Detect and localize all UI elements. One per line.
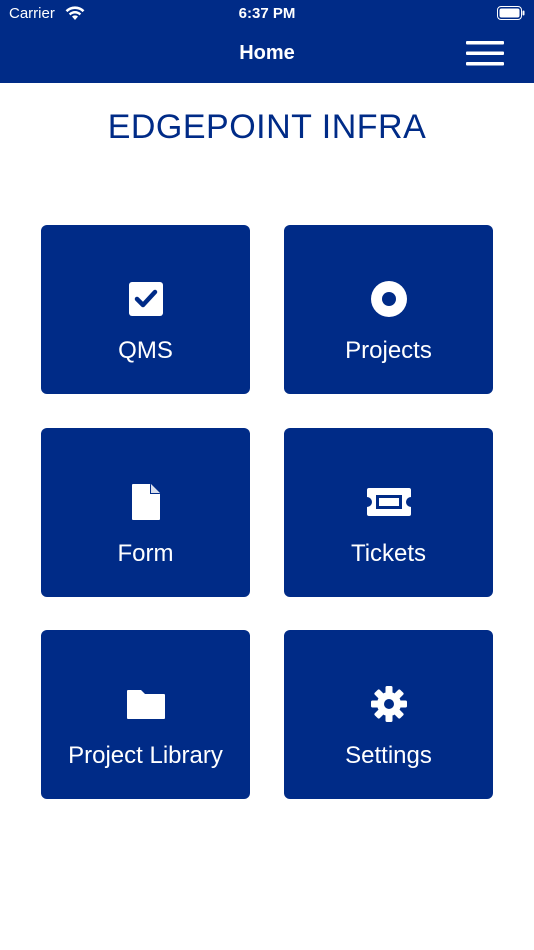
- settings-tile-label: Settings: [345, 742, 432, 769]
- folder-icon: [41, 686, 250, 722]
- status-bar: Carrier 6:37 PM: [0, 0, 534, 28]
- document-icon: [41, 484, 250, 520]
- project-library-tile[interactable]: Project Library: [41, 630, 250, 799]
- checkbox-icon: [41, 281, 250, 317]
- qms-tile[interactable]: QMS: [41, 225, 250, 394]
- gear-icon: [284, 686, 493, 722]
- project-library-tile-label: Project Library: [68, 742, 223, 769]
- ticket-icon: [284, 484, 493, 520]
- home-screen: Carrier 6:37 PM Home EDGEPOINT INFRA QMS…: [0, 0, 534, 950]
- projects-tile[interactable]: Projects: [284, 225, 493, 394]
- hamburger-menu-icon[interactable]: [466, 40, 504, 68]
- projects-tile-label: Projects: [345, 337, 432, 364]
- qms-tile-label: QMS: [118, 337, 173, 364]
- battery-icon: [497, 6, 525, 20]
- company-title: EDGEPOINT INFRA: [107, 108, 427, 146]
- settings-tile[interactable]: Settings: [284, 630, 493, 799]
- page-title: Home: [239, 42, 295, 64]
- form-tile[interactable]: Form: [41, 428, 250, 597]
- nav-bar: Carrier 6:37 PM Home: [0, 0, 534, 83]
- target-icon: [284, 281, 493, 317]
- tickets-tile-label: Tickets: [350, 540, 427, 567]
- tickets-tile[interactable]: Tickets: [284, 428, 493, 597]
- form-tile-label: Form: [117, 540, 174, 567]
- status-time: 6:37 PM: [238, 5, 296, 22]
